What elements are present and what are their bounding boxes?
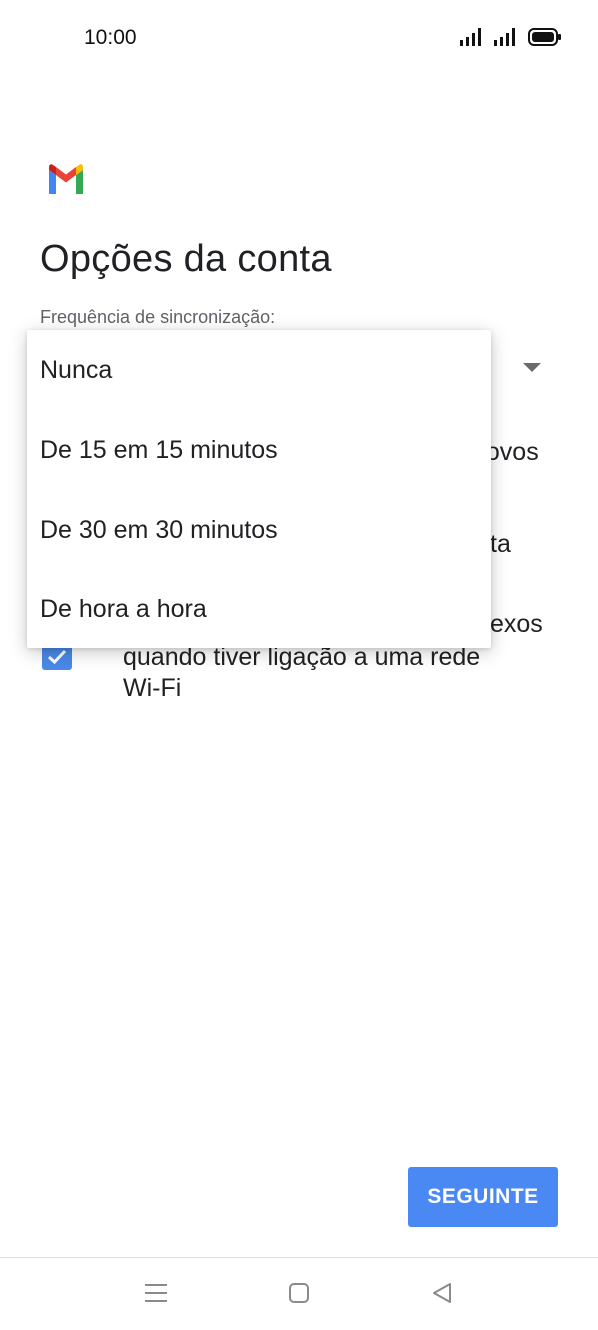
signal-icon — [460, 28, 481, 46]
menu-item-never[interactable]: Nunca — [27, 330, 491, 410]
attachments-option-text-fragment: exos — [490, 610, 543, 638]
home-icon[interactable] — [284, 1278, 314, 1308]
menu-item-15-minutes[interactable]: De 15 em 15 minutos — [27, 410, 491, 490]
dropdown-arrow-icon[interactable] — [523, 363, 541, 372]
back-icon[interactable] — [427, 1278, 457, 1308]
sync-option-text-fragment: ta — [490, 530, 511, 558]
gmail-logo — [49, 164, 83, 194]
status-icons — [460, 26, 562, 48]
page-title: Opções da conta — [40, 238, 332, 280]
sync-frequency-menu: Nunca De 15 em 15 minutos De 30 em 30 mi… — [27, 330, 491, 648]
menu-item-30-minutes[interactable]: De 30 em 30 minutos — [27, 490, 491, 570]
next-button[interactable]: SEGUINTE — [408, 1167, 558, 1227]
check-icon — [47, 649, 67, 665]
nav-divider — [0, 1257, 598, 1258]
menu-item-hourly[interactable]: De hora a hora — [27, 569, 491, 649]
sync-frequency-label: Frequência de sincronização: — [40, 307, 276, 327]
menu-icon[interactable] — [141, 1278, 171, 1308]
screen: 10:00 Opções da conta Frequência de sinc… — [0, 0, 598, 1330]
signal-icon — [494, 28, 515, 46]
checkbox-label-line2: Wi-Fi — [123, 674, 182, 702]
battery-icon — [528, 28, 561, 46]
status-time: 10:00 — [84, 26, 137, 49]
